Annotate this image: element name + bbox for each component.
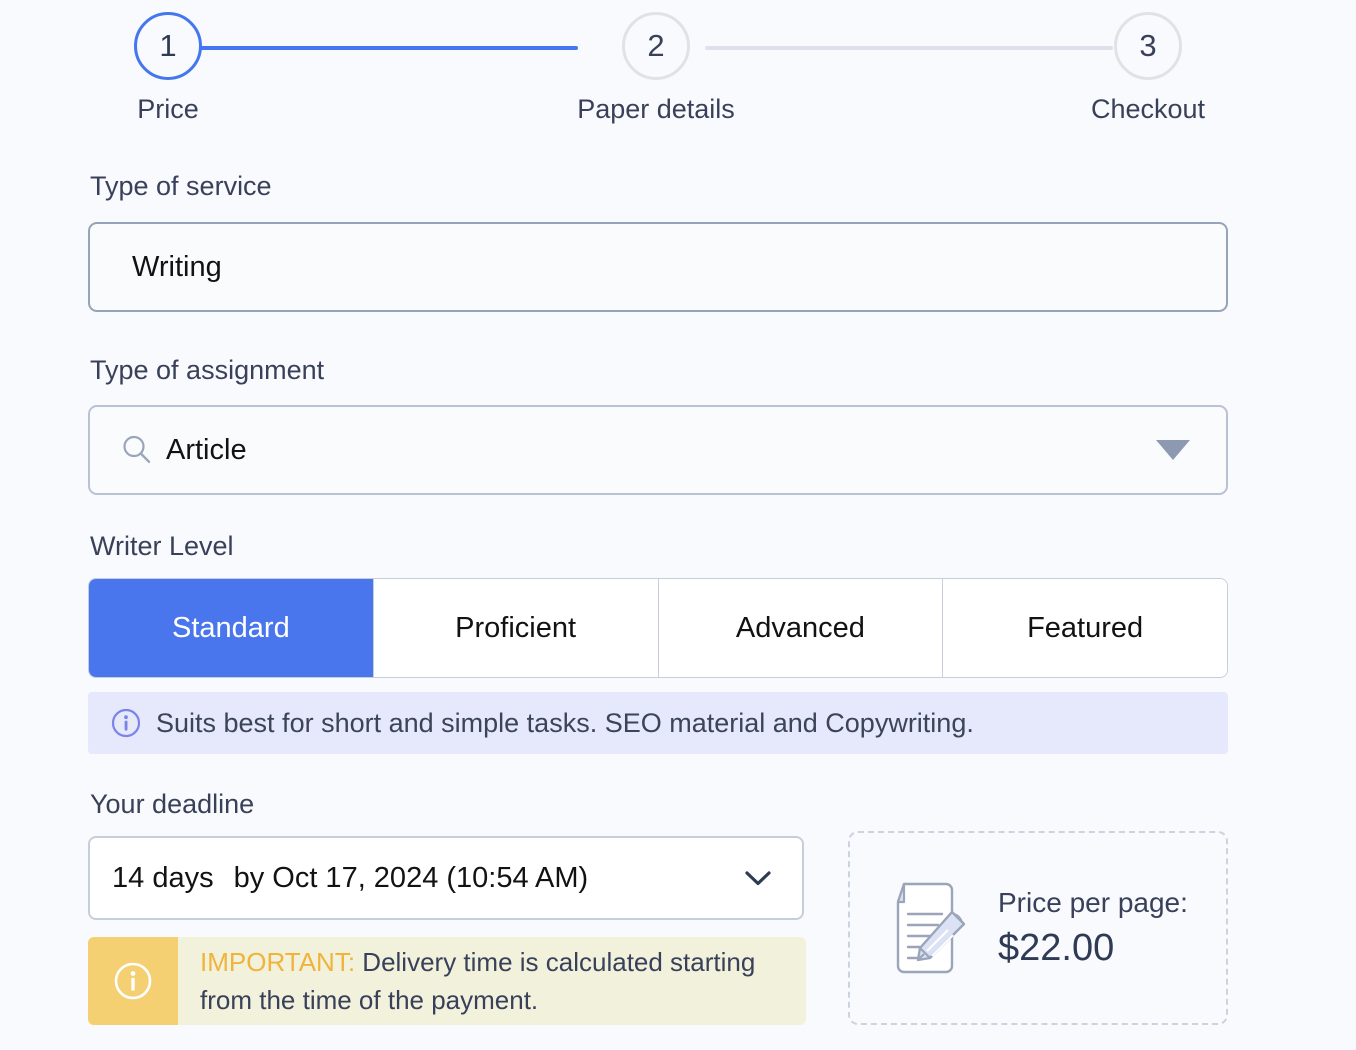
notice-highlight: IMPORTANT:	[200, 947, 355, 977]
writer-level-hint-text: Suits best for short and simple tasks. S…	[156, 708, 974, 739]
stepper-connector-1-2	[193, 46, 578, 50]
your-deadline-label: Your deadline	[90, 789, 254, 820]
price-per-page-label: Price per page:	[998, 887, 1188, 919]
type-of-assignment-value: Article	[166, 434, 1156, 467]
type-of-assignment-select[interactable]: Article	[88, 405, 1228, 495]
deadline-date-value: by Oct 17, 2024 (10:54 AM)	[234, 862, 742, 895]
type-of-service-field[interactable]: Writing	[88, 222, 1228, 312]
writer-level-option-standard[interactable]: Standard	[89, 579, 374, 677]
stepper-step-1-circle[interactable]: 1	[134, 12, 202, 80]
writer-level-option-featured[interactable]: Featured	[943, 579, 1227, 677]
price-per-page-card: Price per page: $22.00	[848, 831, 1228, 1025]
writer-level-segmented-control: Standard Proficient Advanced Featured	[88, 578, 1228, 678]
progress-stepper: 1 Price 2 Paper details 3 Checkout	[88, 12, 1228, 142]
stepper-connector-2-3	[705, 46, 1113, 50]
info-circle-icon	[110, 707, 142, 739]
notice-icon-block	[88, 937, 178, 1025]
stepper-step-price[interactable]: 1 Price	[88, 12, 248, 125]
writer-level-option-proficient[interactable]: Proficient	[374, 579, 659, 677]
price-per-page-value: $22.00	[998, 927, 1188, 970]
stepper-step-3-circle[interactable]: 3	[1114, 12, 1182, 80]
writer-level-hint-banner: Suits best for short and simple tasks. S…	[88, 692, 1228, 754]
caret-down-icon[interactable]	[1156, 440, 1190, 460]
search-icon	[120, 433, 154, 467]
writer-level-option-advanced[interactable]: Advanced	[659, 579, 944, 677]
info-circle-icon	[111, 959, 155, 1003]
type-of-service-label: Type of service	[90, 171, 272, 202]
stepper-step-paper-details[interactable]: 2 Paper details	[576, 12, 736, 125]
type-of-assignment-label: Type of assignment	[90, 355, 324, 386]
stepper-step-1-label: Price	[88, 94, 248, 125]
document-pencil-icon	[884, 880, 970, 976]
delivery-time-notice-banner: IMPORTANT: Delivery time is calculated s…	[88, 937, 806, 1025]
stepper-step-checkout[interactable]: 3 Checkout	[1068, 12, 1228, 125]
deadline-select[interactable]: 14 days by Oct 17, 2024 (10:54 AM)	[88, 836, 804, 920]
type-of-service-value: Writing	[90, 251, 222, 284]
writer-level-label: Writer Level	[90, 531, 234, 562]
chevron-down-icon[interactable]	[742, 867, 774, 889]
notice-text: IMPORTANT: Delivery time is calculated s…	[178, 937, 806, 1025]
deadline-days-value: 14 days	[112, 862, 214, 895]
stepper-step-2-label: Paper details	[576, 94, 736, 125]
stepper-step-3-label: Checkout	[1068, 94, 1228, 125]
stepper-step-2-circle[interactable]: 2	[622, 12, 690, 80]
